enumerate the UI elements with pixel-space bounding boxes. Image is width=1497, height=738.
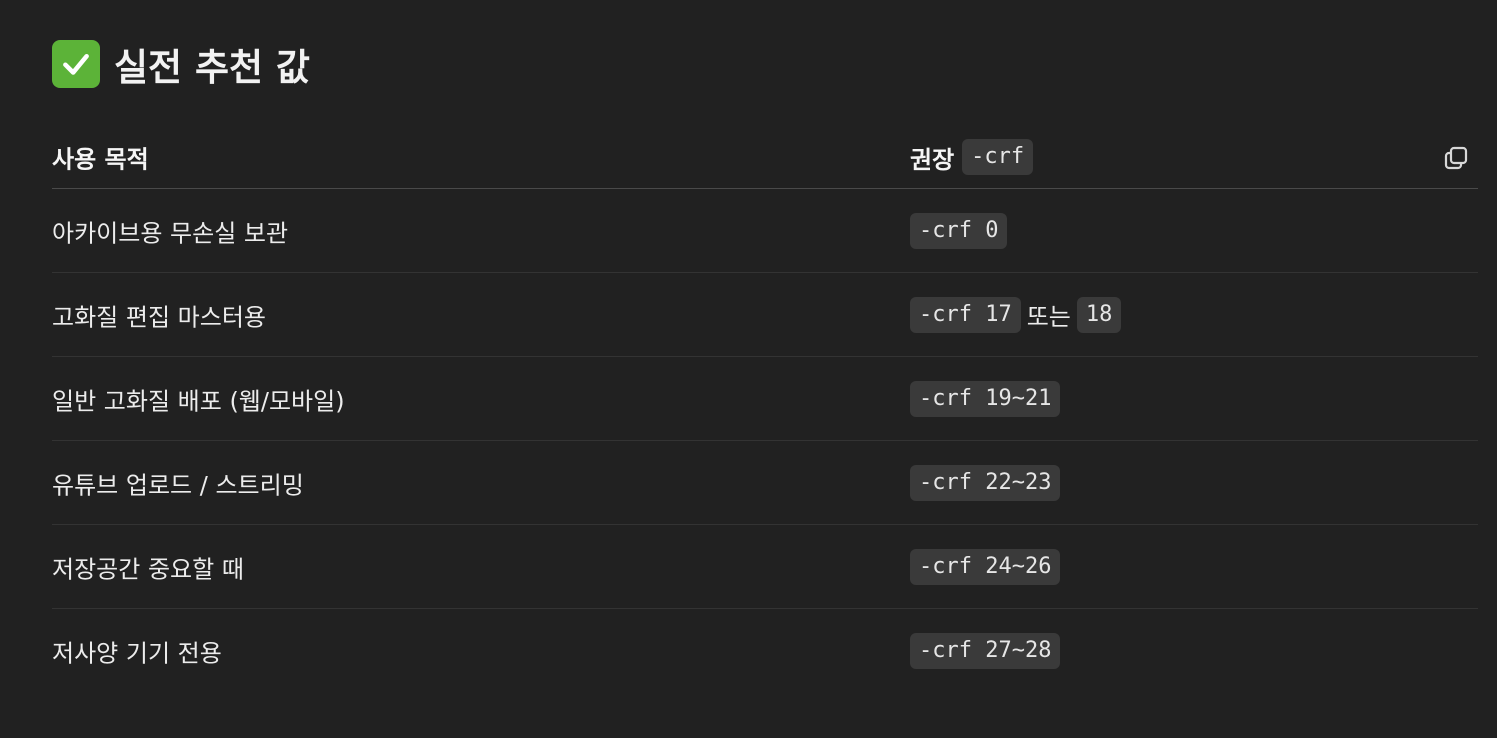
table-row: 유튜브 업로드 / 스트리밍 -crf 22~23 (52, 441, 1478, 525)
recommendation-table: 사용 목적 권장 -crf 아카이브용 무손실 보관 -crf 0 고화질 편집… (52, 126, 1478, 692)
heading-title: 실전 추천 값 (114, 46, 310, 89)
row-recommended: -crf 17 또는 18 (910, 296, 1122, 333)
row-recommended: -crf 19~21 (910, 380, 1061, 417)
row-recommended: -crf 27~28 (910, 632, 1061, 669)
row-purpose: 유튜브 업로드 / 스트리밍 (52, 471, 304, 499)
row-purpose: 일반 고화질 배포 (웹/모바일) (52, 387, 345, 415)
table-row: 저장공간 중요할 때 -crf 24~26 (52, 525, 1478, 609)
table-row: 일반 고화질 배포 (웹/모바일) -crf 19~21 (52, 357, 1478, 441)
header-recommended-code: -crf (962, 139, 1034, 175)
table-row: 저사양 기기 전용 -crf 27~28 (52, 609, 1478, 692)
check-mark-button-icon (52, 40, 100, 88)
table-row: 고화질 편집 마스터용 -crf 17 또는 18 (52, 273, 1478, 357)
section-heading: 실전 추천 값 (52, 38, 310, 90)
row-recommended: -crf 24~26 (910, 548, 1061, 585)
table-row: 아카이브용 무손실 보관 -crf 0 (52, 189, 1478, 273)
row-connector: 또는 (1026, 303, 1071, 331)
table-header-row: 사용 목적 권장 -crf (52, 126, 1478, 189)
row-purpose: 저장공간 중요할 때 (52, 555, 244, 583)
row-purpose: 아카이브용 무손실 보관 (52, 219, 289, 247)
row-code: -crf 0 (910, 212, 1008, 249)
row-code: -crf 17 (910, 296, 1021, 333)
row-code-alt: 18 (1076, 296, 1122, 333)
copy-icon[interactable] (1442, 144, 1470, 172)
page: 실전 추천 값 사용 목적 권장 -crf 아카이브용 무손실 보관 -crf … (0, 0, 1497, 738)
row-recommended: -crf 22~23 (910, 464, 1061, 501)
header-purpose: 사용 목적 (52, 145, 149, 174)
row-code: -crf 19~21 (910, 380, 1061, 417)
row-recommended: -crf 0 (910, 212, 1008, 249)
row-code: -crf 24~26 (910, 548, 1061, 585)
header-recommended-label: 권장 (910, 145, 955, 174)
row-purpose: 고화질 편집 마스터용 (52, 303, 266, 331)
row-code: -crf 27~28 (910, 632, 1061, 669)
row-code: -crf 22~23 (910, 464, 1061, 501)
row-purpose: 저사양 기기 전용 (52, 639, 222, 667)
header-recommended: 권장 -crf (910, 139, 1034, 175)
